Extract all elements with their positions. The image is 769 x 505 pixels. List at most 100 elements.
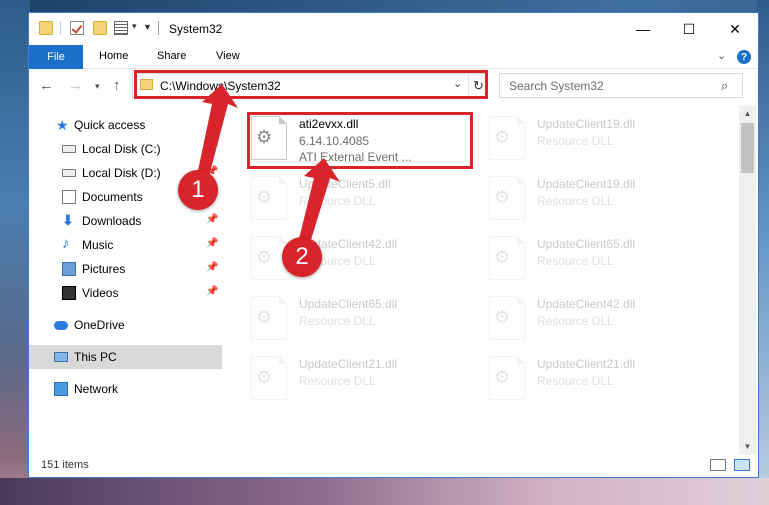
- pin-icon[interactable]: 📌: [206, 238, 218, 249]
- file-name: UpdateClient65.dll: [299, 297, 398, 311]
- sidebar-item-label: Downloads: [82, 214, 142, 228]
- sidebar-item-label: Videos: [82, 286, 119, 300]
- file-tile[interactable]: UpdateClient19.dll Resource DLL: [489, 176, 711, 228]
- address-bar-highlight: [134, 70, 488, 99]
- view-options-icon[interactable]: [114, 21, 128, 35]
- maximize-button[interactable]: ☐: [666, 13, 712, 45]
- file-name: UpdateClient21.dll: [299, 357, 398, 371]
- folder-icon: [39, 21, 53, 35]
- file-type: Resource DLL: [299, 314, 376, 328]
- details-view-icon[interactable]: [710, 459, 726, 471]
- step-1-callout: 1: [178, 170, 218, 210]
- file-tile[interactable]: UpdateClient19.dll Resource DLL: [489, 116, 711, 168]
- sidebar-item-network[interactable]: Network: [29, 377, 222, 401]
- scroll-down-icon[interactable]: ▼: [739, 438, 756, 455]
- customize-toolbar-icon[interactable]: ▾: [132, 21, 137, 32]
- tab-share[interactable]: Share: [157, 50, 186, 62]
- separator: [60, 21, 61, 35]
- scroll-up-icon[interactable]: ▲: [739, 105, 756, 122]
- toolbar-dropdown-icon[interactable]: ▼: [143, 22, 152, 32]
- sidebar-item-label: This PC: [74, 350, 117, 364]
- file-name: UpdateClient19.dll: [537, 117, 636, 131]
- file-tile[interactable]: UpdateClient21.dll Resource DLL: [489, 356, 711, 408]
- dll-file-icon: [251, 356, 287, 400]
- sidebar-item-quick-access[interactable]: ★ Quick access: [29, 113, 222, 137]
- file-name: UpdateClient65.dll: [537, 237, 636, 251]
- navigation-pane: ★ Quick access Local Disk (C:) 📌 Local D…: [29, 105, 224, 455]
- file-name: UpdateClient19.dll: [537, 177, 636, 191]
- file-type: Resource DLL: [299, 194, 376, 208]
- disk-icon: [62, 145, 76, 153]
- tab-view[interactable]: View: [216, 50, 240, 62]
- computer-icon: [54, 352, 68, 362]
- title-bar: ▾ ▼ System32 — ☐ ✕: [29, 13, 758, 45]
- dll-file-icon: [251, 176, 287, 220]
- sidebar-item-downloads[interactable]: ⬇ Downloads 📌: [29, 209, 222, 233]
- file-type: Resource DLL: [537, 194, 614, 208]
- file-type: Resource DLL: [537, 374, 614, 388]
- sidebar-item-label: OneDrive: [74, 318, 125, 332]
- network-icon: [54, 382, 68, 396]
- sidebar-item-label: Documents: [82, 190, 143, 204]
- star-icon: ★: [56, 117, 69, 133]
- title-separator: [158, 21, 159, 35]
- pin-icon[interactable]: 📌: [206, 214, 218, 225]
- file-tile[interactable]: UpdateClient21.dll Resource DLL: [251, 356, 473, 408]
- dll-file-icon: [489, 116, 525, 160]
- file-name: UpdateClient21.dll: [537, 357, 636, 371]
- file-type: Resource DLL: [537, 134, 614, 148]
- properties-icon[interactable]: [70, 21, 84, 35]
- vertical-scrollbar[interactable]: ▲ ▼: [739, 105, 756, 455]
- tab-home[interactable]: Home: [99, 50, 128, 62]
- dll-file-icon: [489, 236, 525, 280]
- back-arrow-icon[interactable]: ←: [39, 77, 54, 94]
- file-type: Resource DLL: [537, 314, 614, 328]
- scroll-thumb[interactable]: [741, 123, 754, 173]
- sidebar-item-this-pc[interactable]: This PC: [29, 345, 222, 369]
- item-count: 151 items: [41, 459, 89, 471]
- documents-icon: [62, 190, 76, 204]
- sidebar-item-music[interactable]: ♪ Music 📌: [29, 233, 222, 257]
- file-highlight: [247, 112, 473, 169]
- help-icon[interactable]: ?: [737, 50, 751, 64]
- tab-file[interactable]: File: [29, 45, 83, 69]
- cloud-icon: [54, 321, 68, 330]
- up-arrow-icon[interactable]: ↑: [113, 77, 121, 94]
- sidebar-item-onedrive[interactable]: OneDrive: [29, 313, 222, 337]
- music-icon: ♪: [62, 235, 70, 252]
- file-tile[interactable]: UpdateClient65.dll Resource DLL: [489, 236, 711, 288]
- search-input[interactable]: Search System32 ⌕: [499, 73, 743, 98]
- sidebar-item-label: Pictures: [82, 262, 126, 276]
- sidebar-item-label: Quick access: [74, 118, 146, 132]
- file-tile[interactable]: UpdateClient42.dll Resource DLL: [489, 296, 711, 348]
- pin-icon[interactable]: 📌: [206, 286, 218, 297]
- minimize-button[interactable]: —: [620, 13, 666, 45]
- window-title: System32: [169, 22, 223, 36]
- recent-locations-icon[interactable]: ▾: [95, 81, 100, 92]
- file-name: UpdateClient42.dll: [537, 297, 636, 311]
- pictures-icon: [62, 262, 76, 276]
- step-2-callout: 2: [282, 237, 322, 277]
- expand-ribbon-icon[interactable]: ⌄: [717, 49, 726, 62]
- videos-icon: [62, 286, 76, 300]
- forward-arrow-icon[interactable]: →: [68, 77, 83, 94]
- sidebar-item-label: Local Disk (D:): [82, 166, 161, 180]
- file-tile[interactable]: UpdateClient65.dll Resource DLL: [251, 296, 473, 348]
- sidebar-item-pictures[interactable]: Pictures 📌: [29, 257, 222, 281]
- dll-file-icon: [489, 356, 525, 400]
- pin-icon[interactable]: 📌: [206, 262, 218, 273]
- sidebar-item-label: Local Disk (C:): [82, 142, 161, 156]
- large-icons-view-icon[interactable]: [734, 459, 750, 471]
- file-tile[interactable]: UpdateClient5.dll Resource DLL: [251, 176, 473, 228]
- desktop-background-left: [0, 0, 30, 505]
- sidebar-item-videos[interactable]: Videos 📌: [29, 281, 222, 305]
- dll-file-icon: [489, 296, 525, 340]
- disk-icon: [62, 169, 76, 177]
- search-icon[interactable]: ⌕: [721, 78, 728, 94]
- sidebar-item-local-disk-c[interactable]: Local Disk (C:) 📌: [29, 137, 222, 161]
- pin-icon[interactable]: 📌: [206, 142, 218, 153]
- dll-file-icon: [251, 296, 287, 340]
- new-folder-icon[interactable]: [93, 21, 107, 35]
- close-button[interactable]: ✕: [712, 13, 758, 45]
- download-icon: ⬇: [62, 212, 74, 228]
